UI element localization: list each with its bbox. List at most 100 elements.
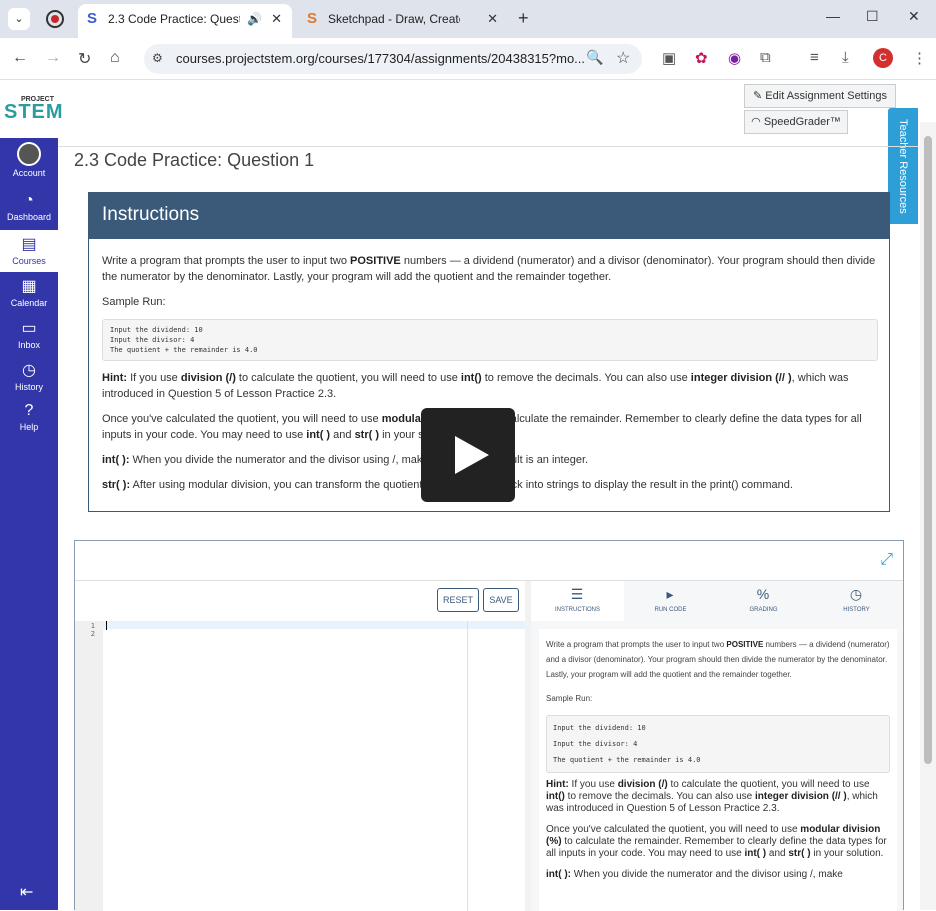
text: to remove the decimals. You can also use bbox=[481, 372, 691, 384]
close-tab-icon[interactable]: ✕ bbox=[271, 4, 282, 34]
tab-code-practice[interactable]: S 2.3 Code Practice: Question 🔊 ✕ bbox=[78, 4, 292, 38]
text-bold: int() bbox=[546, 791, 565, 802]
nav-label: Help bbox=[19, 422, 39, 432]
sample-run-code: Input the dividend: 10 Input the divisor… bbox=[102, 319, 878, 361]
minimize-icon[interactable]: — bbox=[826, 8, 840, 24]
panel-sample-run-code: Input the dividend: 10 Input the divisor… bbox=[546, 715, 890, 773]
teacher-resources-tab[interactable]: Teacher Resources bbox=[888, 108, 918, 224]
text-bold: str( ) bbox=[788, 848, 811, 859]
header-divider bbox=[58, 146, 918, 147]
extension-icon[interactable]: ✿ bbox=[695, 49, 708, 67]
panel-intro: Write a program that prompts the user to… bbox=[546, 637, 890, 682]
terminal-icon: ▸ bbox=[666, 586, 674, 602]
text: When you divide the numerator and the di… bbox=[129, 454, 589, 466]
bookmark-star-icon[interactable]: ☆ bbox=[616, 48, 630, 68]
code-line: The quotient + the remainder is 4.0 bbox=[110, 346, 258, 354]
page-scrollbar-thumb[interactable] bbox=[924, 136, 932, 764]
save-button[interactable]: SAVE bbox=[483, 588, 519, 612]
nav-help[interactable]: ? Help bbox=[0, 402, 58, 438]
text-cursor bbox=[106, 621, 107, 630]
nav-courses[interactable]: ▤ Courses bbox=[0, 230, 58, 272]
text-bold: Hint: bbox=[102, 372, 128, 384]
panel-modular-paragraph: Once you've calculated the quotient, you… bbox=[546, 824, 890, 860]
text: Write a program that prompts the user to… bbox=[546, 640, 727, 649]
nav-account[interactable]: Account bbox=[0, 142, 58, 184]
page-content: PROJECT STEM Account ◔ Dashboard ▤ Cours… bbox=[0, 80, 936, 911]
side-panel: ☰ INSTRUCTIONS ▸ RUN CODE % GRADING ◷ HI… bbox=[531, 581, 903, 911]
nav-label: Account bbox=[12, 168, 46, 178]
project-stem-logo[interactable]: PROJECT STEM bbox=[4, 96, 63, 122]
hint-paragraph: Hint: If you use division (/) to calcula… bbox=[102, 370, 878, 402]
instructions-heading: Instructions bbox=[89, 193, 889, 239]
code-line: Input the dividend: 10 bbox=[110, 326, 203, 334]
nav-label: Calendar bbox=[10, 298, 48, 308]
media-icon[interactable]: ≡ bbox=[810, 49, 819, 66]
text: to remove the decimals. You can also use bbox=[564, 791, 756, 802]
extension-icon[interactable]: ▣ bbox=[662, 49, 676, 67]
text: When you divide the numerator and the di… bbox=[571, 869, 843, 880]
browser-tab-bar: ⌄ S 2.3 Code Practice: Question 🔊 ✕ S Sk… bbox=[0, 0, 936, 38]
tab-sketchpad[interactable]: S Sketchpad - Draw, Create, Share ✕ bbox=[298, 4, 508, 38]
fullscreen-icon[interactable]: ⤢ bbox=[880, 551, 893, 569]
reload-icon[interactable]: ↻ bbox=[78, 49, 91, 69]
tab-label: INSTRUCTIONS bbox=[555, 607, 600, 613]
code-editor[interactable]: 1 2 bbox=[75, 621, 525, 911]
close-window-icon[interactable]: ✕ bbox=[908, 8, 920, 25]
panel-sample-run-label: Sample Run: bbox=[546, 694, 593, 703]
speedgrader-icon: ◠ bbox=[751, 116, 761, 128]
dashboard-icon: ◔ bbox=[24, 192, 34, 209]
speedgrader-button[interactable]: ◠ SpeedGrader™ bbox=[744, 110, 848, 134]
calendar-icon: ▦ bbox=[21, 278, 37, 295]
line-number: 1 bbox=[90, 622, 95, 630]
button-label: SpeedGrader™ bbox=[763, 116, 841, 128]
tab-label: GRADING bbox=[749, 607, 778, 613]
tab-instructions[interactable]: ☰ INSTRUCTIONS bbox=[531, 581, 624, 621]
text: Once you've calculated the quotient, you… bbox=[546, 824, 801, 835]
recording-icon[interactable] bbox=[46, 10, 64, 28]
home-icon[interactable]: ⌂ bbox=[110, 49, 120, 67]
history-icon: ◷ bbox=[22, 362, 36, 379]
maximize-icon[interactable]: ☐ bbox=[866, 8, 879, 25]
text: to calculate the quotient, you will need… bbox=[235, 372, 461, 384]
nav-label: Dashboard bbox=[6, 212, 52, 222]
tab-search-button[interactable]: ⌄ bbox=[8, 8, 30, 30]
text-bold: integer division (// ) bbox=[755, 791, 847, 802]
audio-icon[interactable]: 🔊 bbox=[247, 4, 262, 34]
tab-history[interactable]: ◷ HISTORY bbox=[810, 581, 903, 621]
url-text: courses.projectstem.org/courses/177304/a… bbox=[176, 51, 586, 66]
button-label: Edit Assignment Settings bbox=[765, 90, 887, 102]
courses-icon: ▤ bbox=[21, 236, 37, 253]
nav-dashboard[interactable]: ◔ Dashboard bbox=[0, 192, 58, 228]
collapse-nav-icon[interactable]: ⇤ bbox=[20, 882, 33, 902]
code-ide: ⤢ RESET SAVE 1 2 ☰ INSTRUCTIONS ▸ RUN CO… bbox=[74, 540, 904, 911]
text-bold: int( ): bbox=[102, 454, 130, 466]
new-tab-button[interactable]: + bbox=[518, 8, 529, 29]
site-info-icon[interactable]: ⚙ bbox=[152, 51, 163, 65]
download-icon[interactable]: ⤓ bbox=[842, 49, 849, 66]
nav-calendar[interactable]: ▦ Calendar bbox=[0, 276, 58, 312]
tab-grading[interactable]: % GRADING bbox=[717, 581, 810, 621]
ide-toolbar: ⤢ bbox=[75, 541, 903, 581]
url-bar[interactable]: ⚙ courses.projectstem.org/courses/177304… bbox=[144, 44, 642, 74]
tab-run-code[interactable]: ▸ RUN CODE bbox=[624, 581, 717, 621]
zoom-icon[interactable]: 🔍 bbox=[586, 49, 603, 66]
video-play-icon[interactable] bbox=[421, 408, 515, 502]
projectstem-favicon-icon: S bbox=[87, 10, 98, 27]
close-tab-icon[interactable]: ✕ bbox=[487, 4, 498, 34]
edit-assignment-settings-button[interactable]: ✎ Edit Assignment Settings bbox=[744, 84, 896, 108]
menu-kebab-icon[interactable]: ⋮ bbox=[912, 49, 927, 67]
back-icon[interactable]: ← bbox=[12, 49, 28, 67]
profile-avatar[interactable]: C bbox=[873, 48, 893, 68]
forward-icon[interactable]: → bbox=[45, 49, 61, 67]
nav-history[interactable]: ◷ History bbox=[0, 360, 58, 396]
reset-button[interactable]: RESET bbox=[437, 588, 479, 612]
nav-inbox[interactable]: ▭ Inbox bbox=[0, 318, 58, 354]
tab-title: Sketchpad - Draw, Create, Share bbox=[328, 12, 460, 26]
print-margin bbox=[467, 621, 468, 911]
extensions-puzzle-icon[interactable]: ⧉ bbox=[760, 49, 771, 66]
line-number-gutter: 1 2 bbox=[75, 621, 103, 911]
nav-label: History bbox=[14, 382, 43, 392]
text-bold: str( ) bbox=[354, 429, 380, 441]
extension-icon[interactable]: ◉ bbox=[728, 49, 741, 67]
text-bold: Hint: bbox=[546, 779, 569, 790]
